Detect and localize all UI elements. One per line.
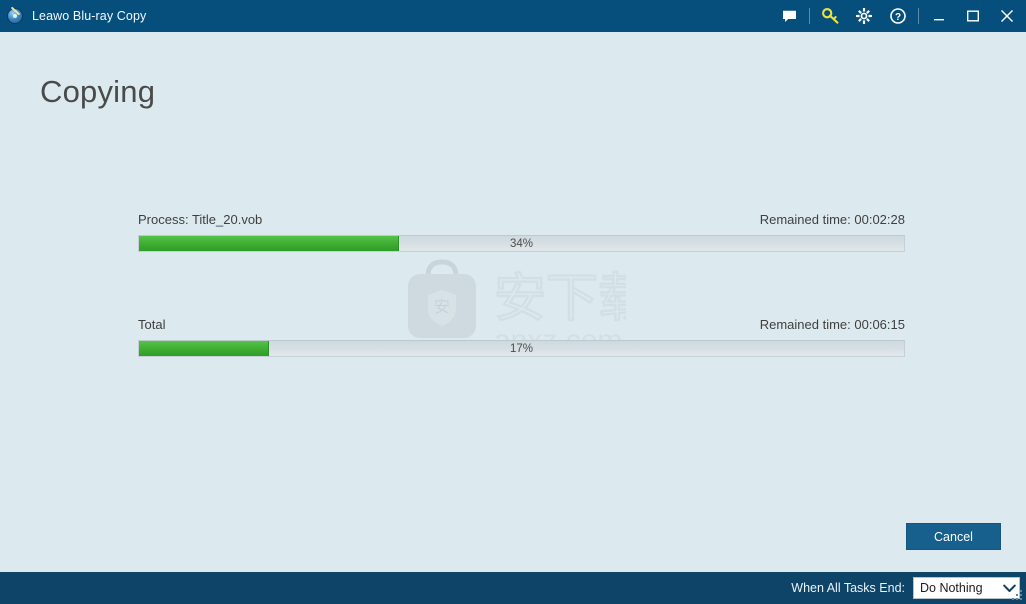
total-progress-bar: 17% [138, 340, 905, 357]
maximize-button[interactable] [956, 0, 990, 32]
progress-item-total: Total Remained time: 00:06:15 17% [138, 317, 905, 357]
key-icon[interactable] [813, 0, 847, 32]
cancel-button[interactable]: Cancel [906, 523, 1001, 550]
resize-grip[interactable] [1012, 590, 1024, 602]
title-bar: Leawo Blu-ray Copy ? [0, 0, 1026, 32]
total-label: Total [138, 317, 166, 332]
total-remaining-time: Remained time: 00:06:15 [759, 317, 905, 332]
process-progress-percent: 34% [509, 238, 534, 250]
status-bar: When All Tasks End: Do Nothing [0, 572, 1026, 604]
when-all-tasks-end-label: When All Tasks End: [791, 581, 905, 595]
when-all-tasks-end-select[interactable]: Do Nothing [913, 577, 1020, 599]
gear-icon[interactable] [847, 0, 881, 32]
window-title: Leawo Blu-ray Copy [32, 9, 147, 23]
feedback-icon[interactable] [772, 0, 806, 32]
page-title: Copying [40, 74, 156, 109]
bluray-disc-icon [6, 6, 24, 25]
close-button[interactable] [990, 0, 1024, 32]
progress-header: Process: Title_20.vob Remained time: 00:… [138, 212, 905, 227]
title-bar-actions: ? [772, 0, 1026, 32]
process-remaining-time: Remained time: 00:02:28 [759, 212, 905, 227]
svg-text:?: ? [895, 12, 901, 23]
process-file-label: Process: Title_20.vob [138, 212, 263, 227]
progress-item-process: Process: Title_20.vob Remained time: 00:… [138, 212, 905, 252]
help-icon[interactable]: ? [881, 0, 915, 32]
process-progress-bar: 34% [138, 235, 905, 252]
minimize-button[interactable] [922, 0, 956, 32]
titlebar-divider-1 [809, 8, 810, 24]
total-progress-percent: 17% [509, 343, 534, 355]
progress-header: Total Remained time: 00:06:15 [138, 317, 905, 332]
titlebar-divider-2 [918, 8, 919, 24]
main-content: Copying 安 安下载 anxz.com Process: Title_20… [0, 32, 1026, 572]
when-all-tasks-end-value: Do Nothing [920, 581, 983, 595]
title-bar-drag-region[interactable]: Leawo Blu-ray Copy [0, 0, 772, 32]
svg-text:安: 安 [434, 297, 450, 316]
